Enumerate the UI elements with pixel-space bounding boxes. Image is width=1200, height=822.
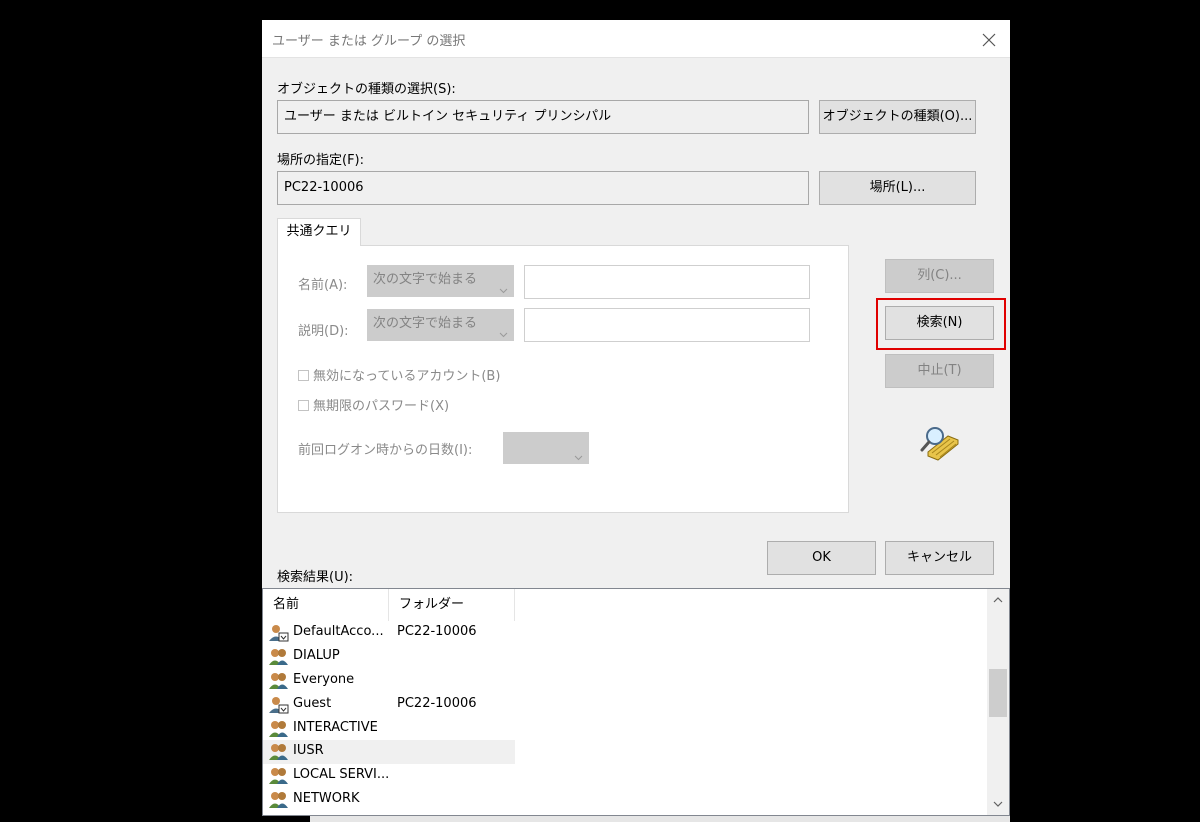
columns-button[interactable]: 列(C)...	[885, 259, 994, 293]
object-type-label: オブジェクトの種類の選択(S):	[277, 82, 456, 97]
days-since-logon-select[interactable]	[503, 432, 589, 464]
disabled-accounts-label: 無効になっているアカウント(B)	[313, 369, 501, 384]
row-name: DefaultAcco...	[293, 624, 384, 639]
table-row[interactable]: DIALUP	[263, 645, 515, 669]
disabled-accounts-checkbox[interactable]: 無効になっているアカウント(B)	[298, 365, 500, 384]
row-folder: PC22-10006	[397, 696, 477, 711]
chevron-down-icon	[499, 320, 508, 350]
row-folder: PC22-10006	[397, 624, 477, 639]
description-mode-select[interactable]: 次の文字で始まる	[367, 309, 514, 341]
user-icon	[269, 624, 289, 642]
row-name: Everyone	[293, 672, 355, 687]
row-name: NETWORK	[293, 791, 360, 806]
group-icon	[269, 720, 289, 738]
results-scrollbar[interactable]	[987, 589, 1009, 815]
object-types-button[interactable]: オブジェクトの種類(O)...	[819, 100, 976, 134]
stop-button[interactable]: 中止(T)	[885, 354, 994, 388]
chevron-down-icon	[499, 276, 508, 306]
user-icon	[269, 696, 289, 714]
name-mode-select[interactable]: 次の文字で始まる	[367, 265, 514, 297]
description-mode-value: 次の文字で始まる	[373, 316, 478, 331]
group-icon	[269, 672, 289, 690]
chevron-down-icon	[574, 443, 583, 473]
name-mode-value: 次の文字で始まる	[373, 272, 478, 287]
object-type-field: ユーザー または ビルトイン セキュリティ プリンシパル	[277, 100, 809, 134]
group-icon	[269, 791, 289, 809]
table-row[interactable]: INTERACTIVE	[263, 717, 515, 741]
group-icon	[269, 648, 289, 666]
name-input[interactable]	[524, 265, 810, 299]
description-input[interactable]	[524, 308, 810, 342]
ok-button[interactable]: OK	[767, 541, 876, 575]
background-window-edge	[310, 816, 1010, 822]
dialog-title: ユーザー または グループ の選択	[272, 34, 466, 49]
row-name: LOCAL SERVI...	[293, 767, 390, 782]
checkbox-box	[298, 400, 309, 411]
find-now-button[interactable]: 検索(N)	[885, 306, 994, 340]
location-label: 場所の指定(F):	[277, 153, 365, 168]
select-users-dialog: ユーザー または グループ の選択 オブジェクトの種類の選択(S): ユーザー …	[262, 20, 1010, 816]
row-name: Guest	[293, 696, 332, 711]
table-row[interactable]: Guest PC22-10006	[263, 693, 515, 717]
table-row[interactable]: Everyone	[263, 669, 515, 693]
row-name: INTERACTIVE	[293, 720, 378, 735]
scroll-down-icon[interactable]	[987, 793, 1009, 815]
cancel-button[interactable]: キャンセル	[885, 541, 994, 575]
location-field: PC22-10006	[277, 171, 809, 205]
non-expiring-password-checkbox[interactable]: 無期限のパスワード(X)	[298, 395, 449, 414]
table-row[interactable]: NETWORK	[263, 788, 515, 812]
common-queries-panel: 名前(A): 次の文字で始まる 説明(D): 次の文字で始まる 無効になっている…	[277, 245, 849, 513]
search-results-list[interactable]: 名前 フォルダー DefaultAcco... PC22-10006 DIALU…	[262, 588, 1010, 816]
days-since-logon-label: 前回ログオン時からの日数(I):	[298, 443, 473, 458]
non-expiring-password-label: 無期限のパスワード(X)	[313, 399, 450, 414]
results-header: 名前 フォルダー	[263, 589, 515, 621]
row-name: DIALUP	[293, 648, 340, 663]
search-magnifier-icon	[918, 422, 962, 462]
name-label: 名前(A):	[298, 278, 348, 293]
tab-common-queries[interactable]: 共通クエリ	[277, 218, 361, 246]
close-icon[interactable]	[978, 29, 1000, 51]
table-row[interactable]: DefaultAcco... PC22-10006	[263, 621, 515, 645]
scroll-up-icon[interactable]	[987, 589, 1009, 611]
checkbox-box	[298, 370, 309, 381]
table-row[interactable]: LOCAL SERVI...	[263, 764, 515, 788]
column-header-folder[interactable]: フォルダー	[389, 589, 515, 621]
group-icon	[269, 767, 289, 785]
search-results-label: 検索結果(U):	[277, 570, 354, 585]
scroll-thumb[interactable]	[989, 669, 1007, 717]
group-icon	[269, 743, 289, 761]
locations-button[interactable]: 場所(L)...	[819, 171, 976, 205]
description-label: 説明(D):	[298, 324, 349, 339]
row-name: IUSR	[293, 743, 324, 758]
table-row[interactable]: IUSR	[263, 740, 515, 764]
title-bar: ユーザー または グループ の選択	[262, 20, 1010, 58]
column-header-name[interactable]: 名前	[263, 589, 389, 621]
